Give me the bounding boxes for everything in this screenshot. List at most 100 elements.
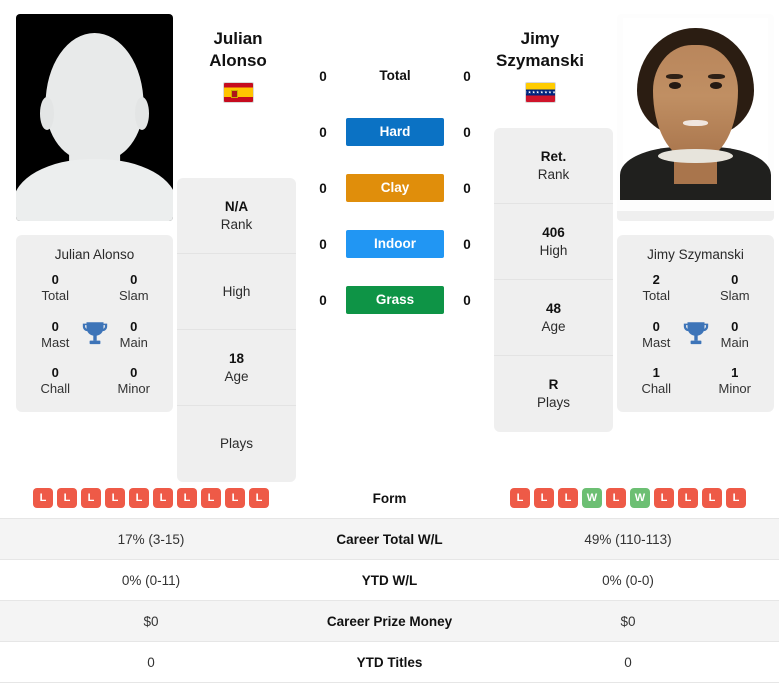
surface-row: 0 Indoor 0: [300, 226, 490, 262]
left-titles-minor-value: 0: [130, 365, 138, 380]
right-titles-grid: 2 Total 0 Slam 0 Mast 0 Main 1 Chall 1 M…: [617, 272, 774, 398]
trophy-icon: [683, 322, 708, 344]
left-player-name-line2: Alonso: [209, 51, 267, 71]
surface-comparison-column: 0 Total 0 0 Hard 0 0 Clay 0 0 Indoor 0 0: [300, 14, 490, 318]
left-titles-chall-value: 0: [51, 365, 59, 380]
right-player-photo: [617, 14, 774, 221]
right-form-badge[interactable]: L: [606, 488, 626, 508]
left-rank-label: Rank: [220, 216, 253, 232]
left-form-badge[interactable]: L: [57, 488, 77, 508]
left-form-badge[interactable]: L: [105, 488, 125, 508]
right-titles-minor-label: Minor: [718, 381, 751, 397]
comparison-stats-table: LLLLLLLLLL Form LLLWLWLLLL 17% (3-15) Ca…: [0, 478, 779, 683]
right-titles-total: 2 Total: [617, 272, 696, 305]
right-card-player-name: Jimy Szymanski: [647, 247, 744, 262]
left-titles-total-label: Total: [41, 288, 69, 304]
right-player-stats-column: Ret. Rank 406 High 48 Age R Plays: [494, 128, 613, 432]
right-form-badge[interactable]: L: [510, 488, 530, 508]
left-titles-grid: 0 Total 0 Slam 0 Mast 0 Main 0 Chall 0 M…: [16, 272, 173, 398]
surface-label-total: Total: [379, 68, 411, 83]
right-ytd-wl: 0% (0-0): [602, 572, 654, 588]
left-form-badge[interactable]: L: [33, 488, 53, 508]
right-age-cell: 48 Age: [494, 280, 613, 356]
right-career-total-wl: 49% (110-113): [584, 531, 672, 547]
surface-label-hard[interactable]: Hard: [346, 118, 444, 146]
table-row-ytd-wl: 0% (0-11) YTD W/L 0% (0-0): [0, 560, 779, 601]
player-placeholder-icon: [16, 14, 173, 221]
left-form-badge[interactable]: L: [153, 488, 173, 508]
player-headshot-image: [617, 14, 774, 221]
comparison-header: Julian Alonso 0 Total 0 Slam 0 Mast 0 Ma…: [0, 0, 779, 482]
left-rank-value: N/A: [224, 198, 249, 214]
right-plays-value: R: [548, 377, 559, 393]
right-titles-minor-value: 1: [731, 365, 739, 380]
right-titles-slam: 0 Slam: [696, 272, 775, 305]
left-titles-card: Julian Alonso 0 Total 0 Slam 0 Mast 0 Ma…: [16, 235, 173, 412]
right-rank-label: Rank: [537, 166, 570, 182]
left-plays-label: Plays: [219, 436, 253, 452]
surface-label-clay[interactable]: Clay: [346, 174, 444, 202]
left-high-cell: High: [177, 254, 296, 330]
right-form-badge[interactable]: L: [726, 488, 746, 508]
row-label-form: Form: [372, 490, 407, 506]
surface-right-value: 0: [463, 292, 471, 308]
player-comparison-page: Julian Alonso 0 Total 0 Slam 0 Mast 0 Ma…: [0, 0, 779, 699]
left-ytd-titles: 0: [147, 654, 155, 670]
left-high-label: High: [222, 283, 251, 299]
left-form-badge[interactable]: L: [249, 488, 269, 508]
right-titles-chall-label: Chall: [641, 381, 672, 397]
surface-left-value: 0: [319, 236, 327, 252]
right-form-badge[interactable]: L: [702, 488, 722, 508]
surface-right-value: 0: [463, 180, 471, 196]
row-label-ytd-titles: YTD Titles: [356, 654, 423, 670]
surface-label-grass[interactable]: Grass: [346, 286, 444, 314]
left-form-badge[interactable]: L: [81, 488, 101, 508]
left-form-badges: LLLLLLLLLL: [0, 488, 302, 508]
right-form-badge[interactable]: L: [558, 488, 578, 508]
left-form-badge[interactable]: L: [177, 488, 197, 508]
right-age-value: 48: [545, 300, 562, 316]
right-high-cell: 406 High: [494, 204, 613, 280]
left-form-badge[interactable]: L: [129, 488, 149, 508]
left-form-badge[interactable]: L: [201, 488, 221, 508]
left-age-value: 18: [228, 350, 245, 366]
right-plays-label: Plays: [536, 395, 570, 410]
ve-flag-icon: ★★★★★★★★: [524, 81, 556, 103]
left-card-player-name: Julian Alonso: [54, 247, 135, 262]
table-row-career-prize-money: $0 Career Prize Money $0: [0, 601, 779, 642]
surface-row: 0 Total 0: [300, 58, 490, 94]
left-titles-chall: 0 Chall: [16, 365, 95, 398]
right-form-badge[interactable]: L: [534, 488, 554, 508]
right-career-prize-money: $0: [620, 613, 636, 629]
table-row-career-total-wl: 17% (3-15) Career Total W/L 49% (110-113…: [0, 519, 779, 560]
surface-left-value: 0: [319, 124, 327, 140]
left-titles-slam: 0 Slam: [95, 272, 174, 305]
left-titles-minor-label: Minor: [117, 381, 150, 397]
row-label-career-total-wl: Career Total W/L: [336, 531, 443, 547]
surface-right-value: 0: [463, 236, 471, 252]
right-player-header[interactable]: Jimy Szymanski ★★★★★★★★: [465, 28, 615, 103]
surface-left-value: 0: [319, 292, 327, 308]
left-form-badge[interactable]: L: [225, 488, 245, 508]
trophy-icon: [82, 322, 107, 344]
right-form-badge[interactable]: W: [630, 488, 650, 508]
right-form-badge[interactable]: L: [654, 488, 674, 508]
left-titles-minor: 0 Minor: [95, 365, 174, 398]
right-ytd-titles: 0: [624, 654, 632, 670]
right-titles-minor: 1 Minor: [696, 365, 775, 398]
right-form-badge[interactable]: W: [582, 488, 602, 508]
right-form-badge[interactable]: L: [678, 488, 698, 508]
left-titles-total-value: 0: [51, 272, 59, 287]
right-titles-total-label: Total: [642, 288, 670, 304]
right-titles-chall: 1 Chall: [617, 365, 696, 398]
table-row-ytd-titles: 0 YTD Titles 0: [0, 642, 779, 683]
right-titles-chall-value: 1: [652, 365, 660, 380]
left-career-total-wl: 17% (3-15): [117, 531, 185, 547]
table-row-form: LLLLLLLLLL Form LLLWLWLLLL: [0, 478, 779, 519]
left-player-header[interactable]: Julian Alonso: [163, 28, 313, 103]
right-titles-slam-label: Slam: [719, 288, 750, 304]
surface-label-indoor[interactable]: Indoor: [346, 230, 444, 258]
right-titles-card: Jimy Szymanski 2 Total 0 Slam 0 Mast 0 M…: [617, 235, 774, 412]
surface-left-value: 0: [319, 180, 327, 196]
right-high-value: 406: [542, 224, 565, 240]
